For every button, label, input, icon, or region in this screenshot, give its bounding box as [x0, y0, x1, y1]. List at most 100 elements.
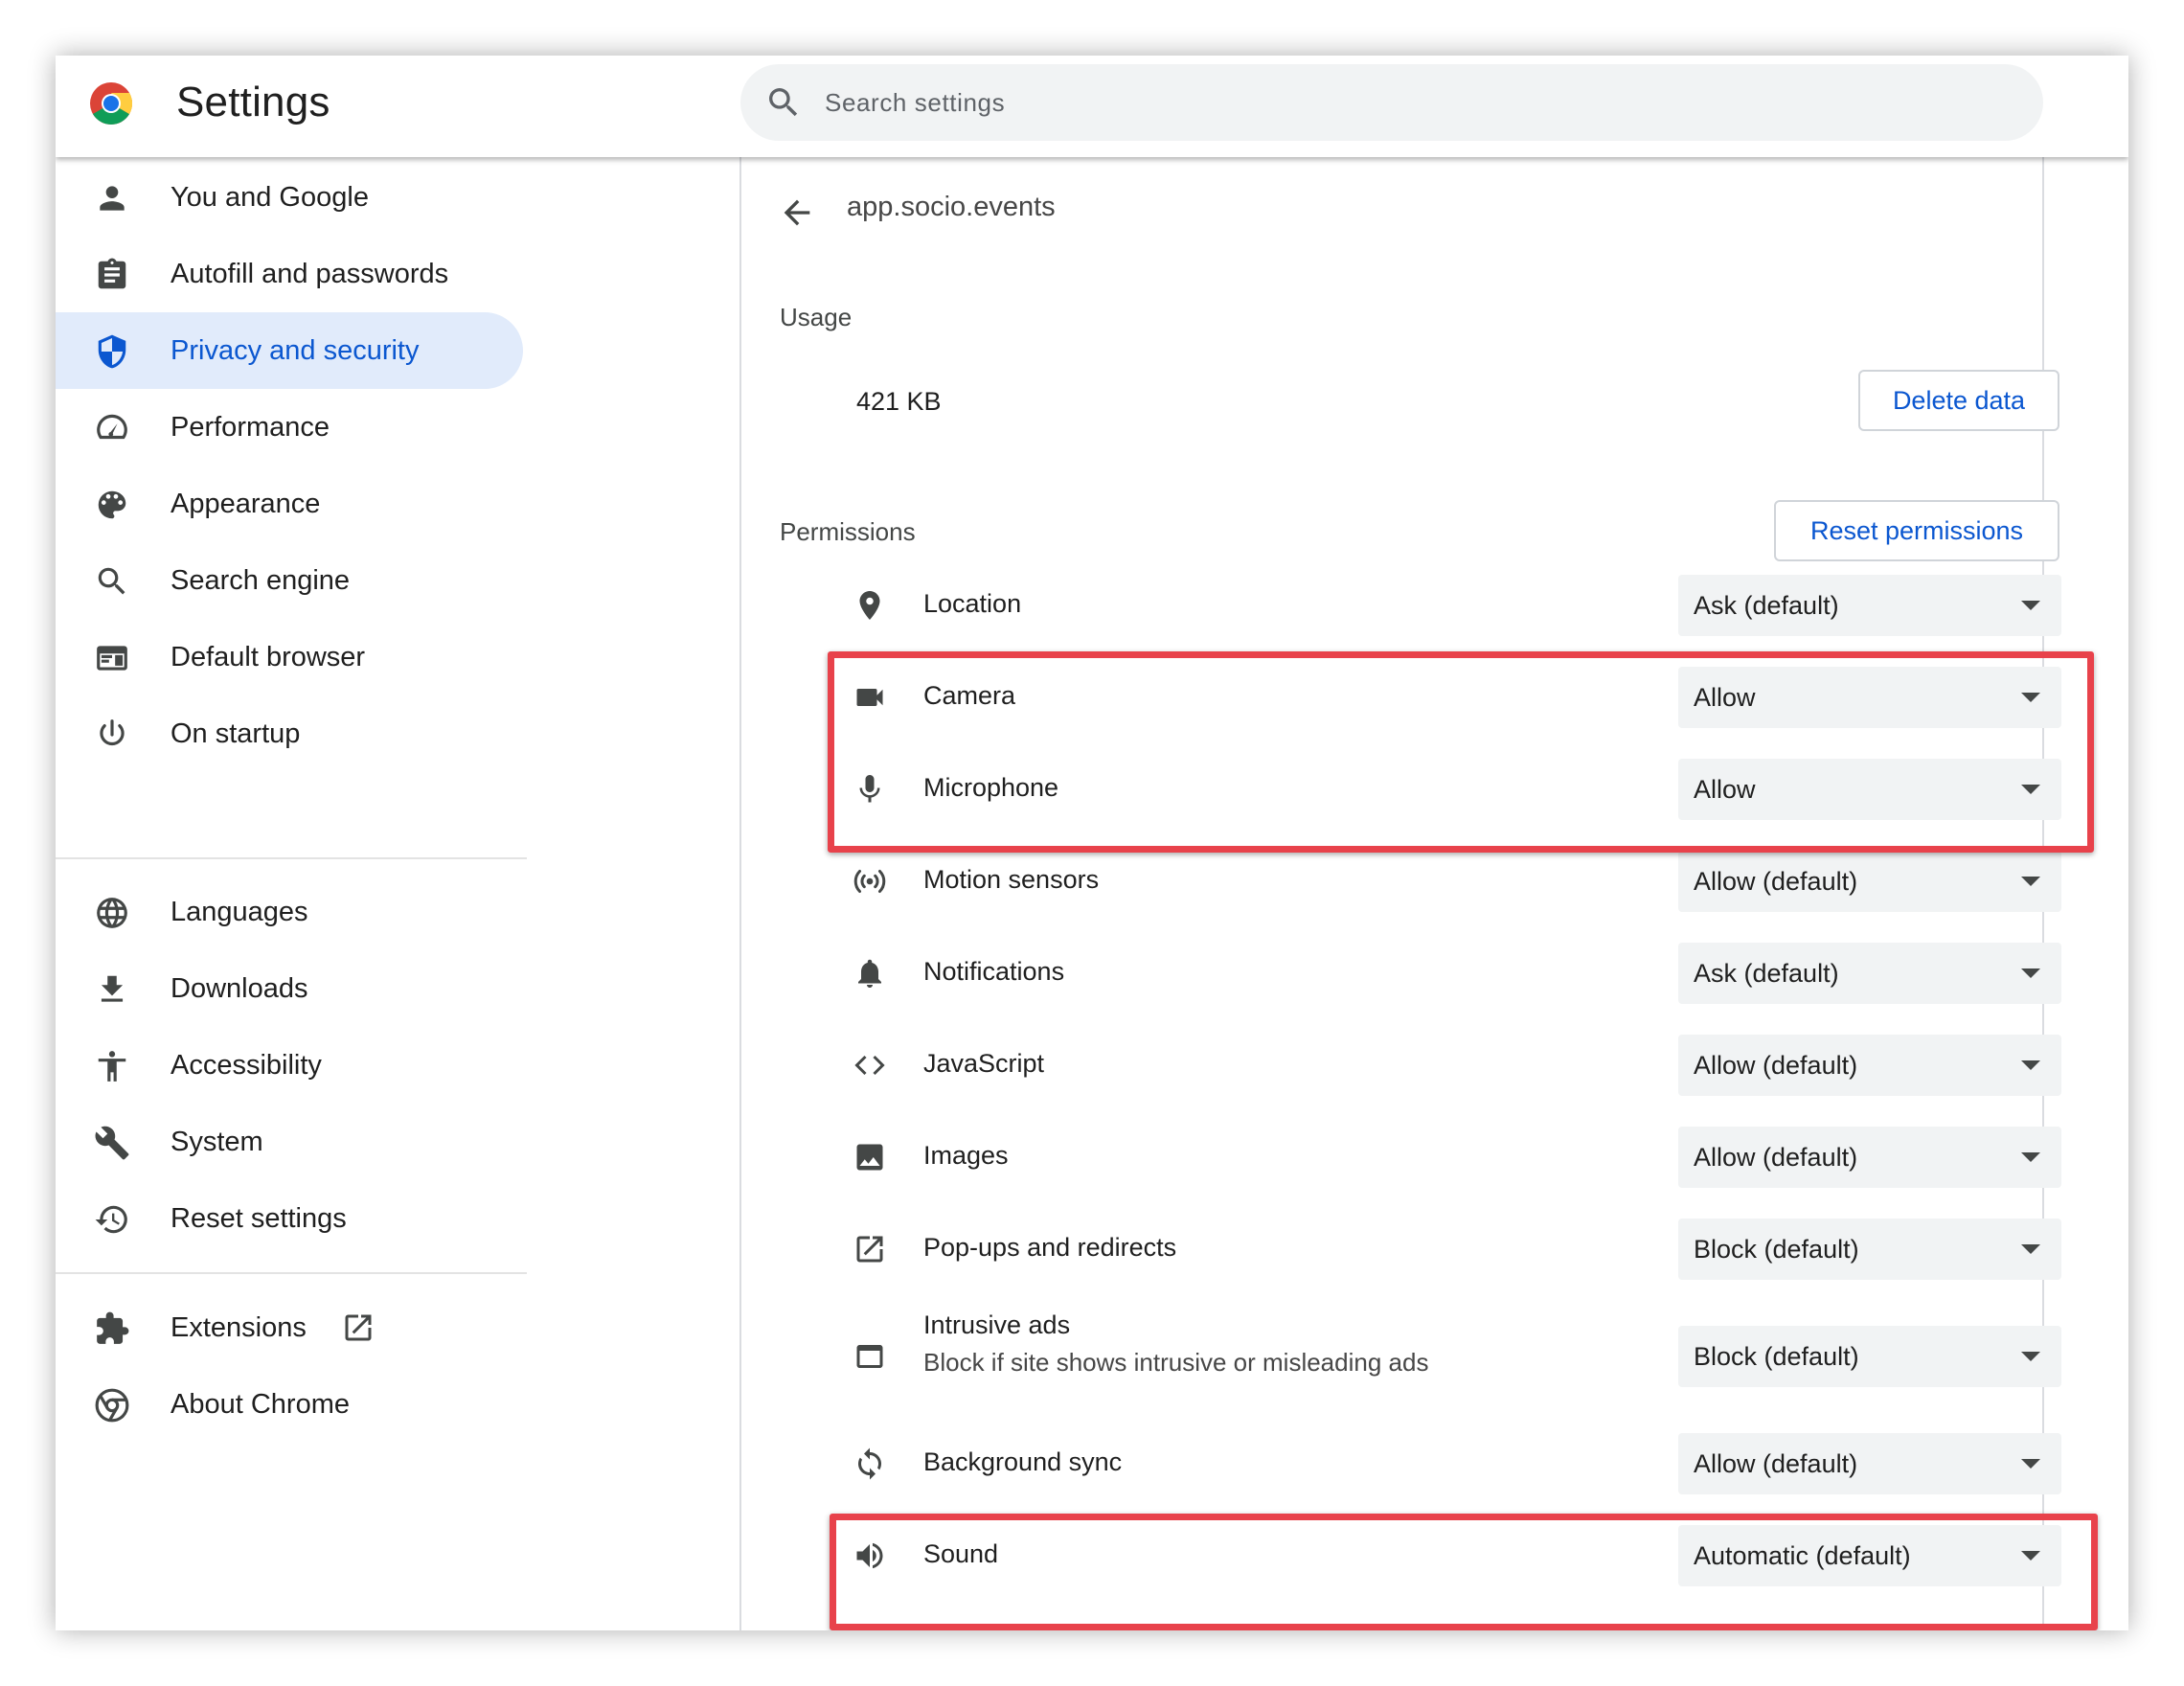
sidebar-item-label: Default browser [171, 642, 366, 672]
wrench-icon [95, 1126, 129, 1160]
sidebar-item-reset-settings[interactable]: Reset settings [56, 1180, 523, 1257]
sidebar-item-extensions[interactable]: Extensions [56, 1289, 523, 1366]
select-value: Ask (default) [1694, 959, 1839, 988]
sidebar-item-label: On startup [171, 718, 301, 749]
sidebar: You and Google Autofill and passwords Pr… [56, 157, 573, 1630]
settings-window: Settings You and Google Autofill and pas… [56, 56, 2128, 1630]
sidebar-item-label: Languages [171, 897, 308, 927]
permission-label: Pop-ups and redirects [923, 1233, 1177, 1262]
permission-label: Motion sensors [923, 865, 1100, 894]
sidebar-item-label: Extensions [171, 1312, 307, 1343]
usage-value: 421 KB [856, 387, 942, 416]
site-details-panel: app.socio.events Usage 421 KB Delete dat… [739, 157, 2061, 1630]
sidebar-item-performance[interactable]: Performance [56, 389, 523, 466]
sidebar-item-downloads[interactable]: Downloads [56, 950, 523, 1027]
search-icon [769, 88, 798, 117]
microphone-select[interactable]: Allow [1678, 759, 2061, 820]
globe-icon [97, 898, 127, 928]
sidebar-item-appearance[interactable]: Appearance [56, 466, 523, 542]
sidebar-divider [56, 857, 527, 859]
permissions-heading: Permissions [780, 517, 916, 546]
speaker-icon [856, 1542, 883, 1569]
permission-label: Microphone [923, 773, 1059, 802]
notifications-select[interactable]: Ask (default) [1678, 943, 2061, 1004]
download-icon [101, 975, 124, 1002]
permission-row-sound: Sound Automatic (default) [741, 1510, 2061, 1602]
person-icon [100, 186, 125, 211]
search-box[interactable] [740, 64, 2043, 141]
sidebar-item-label: Reset settings [171, 1203, 347, 1234]
sidebar-item-label: About Chrome [171, 1389, 350, 1420]
dropdown-arrow-icon [2021, 968, 2040, 978]
dropdown-arrow-icon [2021, 1459, 2040, 1469]
dropdown-arrow-icon [2021, 1152, 2040, 1162]
bell-icon [858, 959, 881, 988]
sidebar-item-on-startup[interactable]: On startup [56, 695, 523, 772]
sound-select[interactable]: Automatic (default) [1678, 1525, 2061, 1586]
permission-label: Notifications [923, 957, 1065, 986]
sync-icon [858, 1447, 881, 1480]
back-arrow-icon[interactable] [778, 194, 816, 232]
permission-row-javascript: JavaScript Allow (default) [741, 1019, 2061, 1111]
sidebar-item-accessibility[interactable]: Accessibility [56, 1027, 523, 1104]
search-input[interactable] [825, 64, 1974, 141]
permission-label: Location [923, 589, 1022, 618]
popups-select[interactable]: Block (default) [1678, 1219, 2061, 1280]
sensors-icon [853, 870, 886, 893]
permission-row-intrusive-ads: Intrusive ads Block if site shows intrus… [741, 1295, 2061, 1418]
javascript-select[interactable]: Allow (default) [1678, 1035, 2061, 1096]
dropdown-arrow-icon [2021, 601, 2040, 610]
permission-row-camera: Camera Allow [741, 651, 2061, 743]
sidebar-item-search-engine[interactable]: Search engine [56, 542, 523, 619]
location-select[interactable]: Ask (default) [1678, 575, 2061, 636]
reset-permissions-button[interactable]: Reset permissions [1774, 500, 2059, 561]
browser-icon [97, 646, 127, 671]
location-pin-icon [859, 591, 880, 620]
app-title: Settings [176, 79, 330, 125]
sidebar-item-about-chrome[interactable]: About Chrome [56, 1366, 523, 1443]
sidebar-item-default-browser[interactable]: Default browser [56, 619, 523, 695]
dropdown-arrow-icon [2021, 1551, 2040, 1561]
permission-label: JavaScript [923, 1049, 1045, 1078]
permission-description: Block if site shows intrusive or mislead… [923, 1348, 1429, 1377]
clipboard-icon [98, 258, 126, 289]
permission-row-images: Images Allow (default) [741, 1111, 2061, 1203]
select-value: Allow (default) [1694, 867, 1858, 896]
select-value: Block (default) [1694, 1342, 1859, 1371]
background-sync-select[interactable]: Allow (default) [1678, 1433, 2061, 1494]
select-value: Allow [1694, 775, 1756, 804]
power-icon [100, 719, 125, 745]
sidebar-item-privacy-and-security[interactable]: Privacy and security [56, 312, 523, 389]
header-bar: Settings [56, 56, 2128, 157]
usage-heading: Usage [780, 303, 853, 331]
sidebar-item-system[interactable]: System [56, 1104, 523, 1180]
dropdown-arrow-icon [2021, 693, 2040, 702]
select-value: Allow [1694, 683, 1756, 712]
permission-row-motion-sensors: Motion sensors Allow (default) [741, 835, 2061, 927]
delete-data-button[interactable]: Delete data [1858, 370, 2059, 431]
sidebar-item-languages[interactable]: Languages [56, 874, 523, 950]
dropdown-arrow-icon [2021, 877, 2040, 886]
permission-label: Intrusive ads [923, 1310, 1071, 1339]
sidebar-item-you-and-google[interactable]: You and Google [56, 159, 523, 236]
select-value: Allow (default) [1694, 1143, 1858, 1172]
site-title: app.socio.events [847, 192, 1056, 222]
intrusive-ads-select[interactable]: Block (default) [1678, 1326, 2061, 1387]
images-select[interactable]: Allow (default) [1678, 1127, 2061, 1188]
puzzle-icon [97, 1311, 129, 1344]
permission-label: Sound [923, 1539, 999, 1568]
select-value: Ask (default) [1694, 591, 1839, 620]
select-value: Block (default) [1694, 1235, 1859, 1264]
sidebar-divider [56, 1272, 527, 1274]
code-icon [854, 1055, 885, 1076]
sidebar-item-autofill[interactable]: Autofill and passwords [56, 236, 523, 312]
dropdown-arrow-icon [2021, 1244, 2040, 1254]
permission-row-location: Location Ask (default) [741, 559, 2061, 651]
history-icon [95, 1205, 127, 1234]
camera-select[interactable]: Allow [1678, 667, 2061, 728]
sidebar-item-label: Accessibility [171, 1050, 322, 1081]
select-value: Allow (default) [1694, 1051, 1858, 1080]
dropdown-arrow-icon [2021, 1060, 2040, 1070]
motion-sensors-select[interactable]: Allow (default) [1678, 851, 2061, 912]
sidebar-item-label: Privacy and security [171, 335, 420, 366]
